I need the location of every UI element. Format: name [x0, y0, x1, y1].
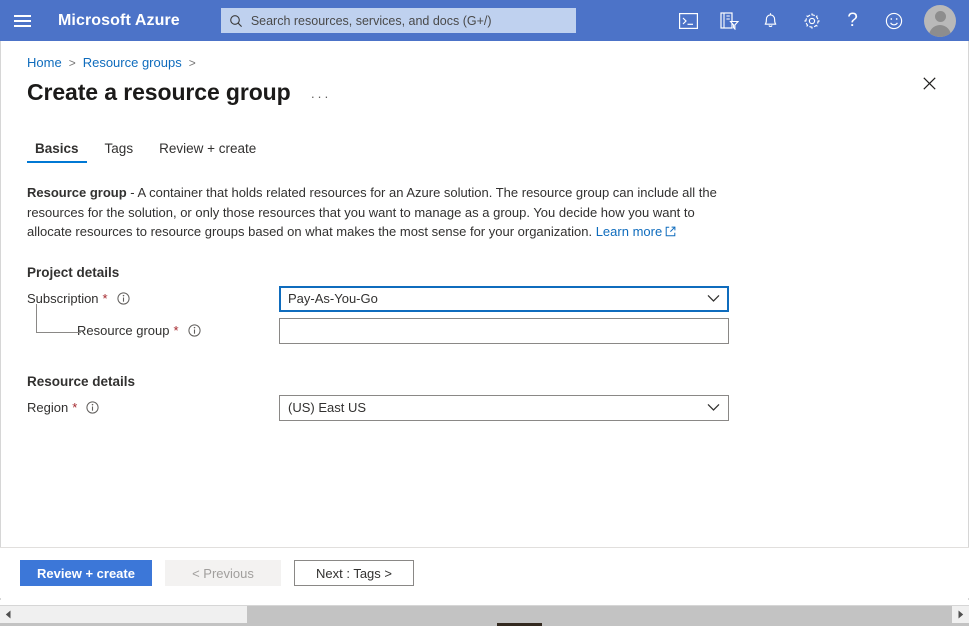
tab-tags[interactable]: Tags: [97, 137, 142, 163]
tree-connector-line: [36, 304, 81, 333]
region-required-marker: *: [72, 400, 77, 415]
help-icon[interactable]: ?: [832, 0, 873, 41]
subscription-selected-value: Pay-As-You-Go: [288, 291, 701, 306]
cloud-shell-icon[interactable]: [668, 0, 709, 41]
more-options-button[interactable]: ···: [311, 89, 332, 104]
notifications-bell-icon[interactable]: [750, 0, 791, 41]
search-input[interactable]: [249, 13, 568, 29]
help-question-glyph: ?: [847, 11, 858, 30]
tab-basics[interactable]: Basics: [27, 137, 87, 163]
settings-gear-icon[interactable]: [791, 0, 832, 41]
subscription-dropdown[interactable]: Pay-As-You-Go: [279, 286, 729, 312]
form-content: Resource group - A container that holds …: [0, 183, 969, 421]
previous-button: < Previous: [165, 560, 281, 586]
tab-review-create[interactable]: Review + create: [151, 137, 264, 163]
description-lead: Resource group: [27, 185, 127, 200]
chevron-down-icon: [707, 400, 720, 415]
wizard-footer: Review + create < Previous Next : Tags >: [0, 547, 969, 598]
review-create-button[interactable]: Review + create: [20, 560, 152, 586]
breadcrumb: Home > Resource groups >: [0, 41, 969, 70]
section-title-resource-details: Resource details: [27, 374, 942, 389]
search-icon: [229, 14, 243, 28]
subscription-info-icon[interactable]: [117, 292, 130, 305]
azure-brand-label[interactable]: Microsoft Azure: [58, 12, 180, 30]
region-selected-value: (US) East US: [288, 400, 701, 415]
scrollbar-thumb[interactable]: [247, 606, 952, 623]
resource-group-label-group: Resource group *: [77, 323, 201, 338]
user-avatar[interactable]: [924, 5, 956, 37]
feedback-smiley-icon[interactable]: [873, 0, 914, 41]
field-row-subscription: Subscription * Pay-As-You-Go: [27, 286, 942, 312]
breadcrumb-item-home[interactable]: Home: [27, 55, 62, 70]
breadcrumb-separator: >: [69, 56, 76, 70]
horizontal-scrollbar[interactable]: [0, 605, 969, 623]
close-blade-button[interactable]: [916, 70, 942, 96]
field-row-region: Region * (US) East US: [27, 395, 942, 421]
resource-group-label: Resource group: [77, 323, 170, 338]
hamburger-menu-icon[interactable]: [0, 0, 44, 41]
scroll-right-arrow-icon[interactable]: [952, 606, 969, 623]
subscription-required-marker: *: [103, 291, 108, 306]
page-header: Create a resource group ···: [0, 70, 969, 106]
learn-more-link[interactable]: Learn more: [596, 224, 662, 239]
scroll-left-arrow-icon[interactable]: [0, 606, 17, 623]
header-icon-group: ?: [668, 0, 961, 41]
field-row-resource-group: Resource group *: [27, 318, 942, 344]
global-search-box[interactable]: [221, 8, 576, 33]
resource-group-info-icon[interactable]: [188, 324, 201, 337]
breadcrumb-separator-trailing: >: [189, 56, 196, 70]
region-info-icon[interactable]: [86, 401, 99, 414]
region-control-wrapper: (US) East US: [279, 395, 729, 421]
page-title: Create a resource group: [27, 79, 291, 106]
tab-bar: Basics Tags Review + create: [0, 137, 969, 163]
subscription-control-wrapper: Pay-As-You-Go: [279, 286, 729, 312]
next-tags-button[interactable]: Next : Tags >: [294, 560, 414, 586]
global-header: Microsoft Azure: [0, 0, 969, 41]
chevron-down-icon: [707, 291, 720, 306]
resource-group-required-marker: *: [174, 323, 179, 338]
external-link-icon: [665, 223, 676, 243]
resource-group-description: Resource group - A container that holds …: [27, 183, 717, 243]
region-dropdown[interactable]: (US) East US: [279, 395, 729, 421]
region-label: Region: [27, 400, 68, 415]
scrollbar-track[interactable]: [17, 606, 952, 623]
breadcrumb-item-resource-groups[interactable]: Resource groups: [83, 55, 182, 70]
close-icon: [923, 77, 936, 90]
region-label-group: Region *: [27, 400, 99, 415]
resource-group-input[interactable]: [279, 318, 729, 344]
resource-group-control-wrapper: [279, 318, 729, 344]
directory-filter-icon[interactable]: [709, 0, 750, 41]
section-title-project-details: Project details: [27, 265, 942, 280]
